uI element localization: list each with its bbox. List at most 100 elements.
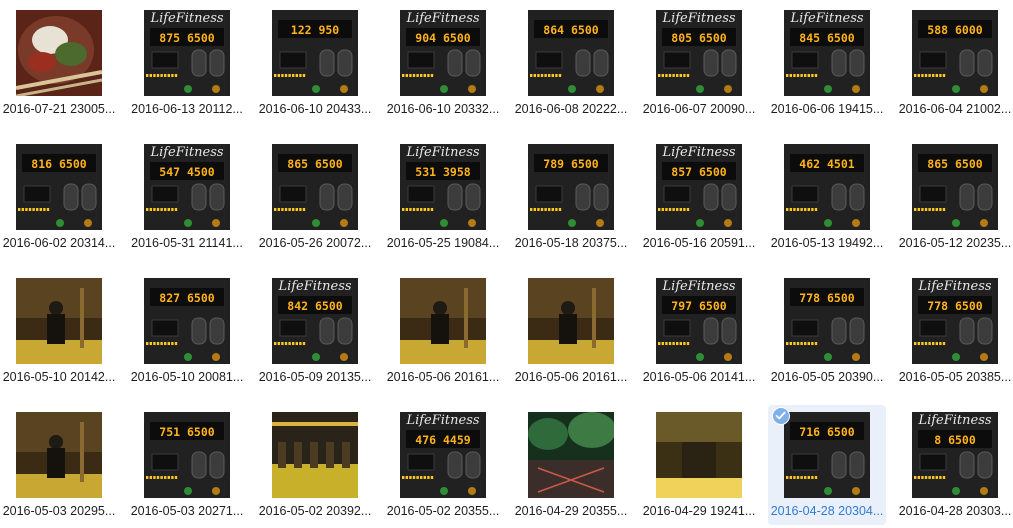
- svg-text:816 6500: 816 6500: [31, 157, 86, 171]
- photo-filename: 2016-05-02 20392...: [258, 504, 372, 518]
- photo-item[interactable]: 2016-04-29 19241...: [640, 405, 758, 525]
- photo-filename: 2016-06-10 20433...: [258, 102, 372, 116]
- photo-item[interactable]: LifeFitness 842 6500 2016-05-09 20135...: [256, 271, 374, 391]
- photo-thumbnail-image: [16, 412, 102, 498]
- photo-item[interactable]: 2016-04-29 20355...: [512, 405, 630, 525]
- photo-item[interactable]: 865 6500 2016-05-26 20072...: [256, 137, 374, 257]
- photo-item[interactable]: 789 6500 2016-05-18 20375...: [512, 137, 630, 257]
- svg-text:LifeFitness: LifeFitness: [789, 11, 863, 26]
- photo-thumbnail[interactable]: LifeFitness 805 6500: [656, 10, 742, 96]
- photo-item[interactable]: 462 4501 2016-05-13 19492...: [768, 137, 886, 257]
- photo-thumbnail-image: 789 6500: [528, 144, 614, 230]
- photo-thumbnail-image: 865 6500: [272, 144, 358, 230]
- photo-thumbnail-image: 751 6500: [144, 412, 230, 498]
- svg-text:LifeFitness: LifeFitness: [661, 279, 735, 294]
- photo-item[interactable]: 2016-05-06 20161...: [384, 271, 502, 391]
- photo-item[interactable]: 865 6500 2016-05-12 20235...: [896, 137, 1013, 257]
- photo-thumbnail[interactable]: 778 6500: [784, 278, 870, 364]
- photo-thumbnail[interactable]: LifeFitness 857 6500: [656, 144, 742, 230]
- photo-thumbnail[interactable]: 864 6500: [528, 10, 614, 96]
- photo-thumbnail[interactable]: [528, 412, 614, 498]
- photo-filename: 2016-05-03 20271...: [130, 504, 244, 518]
- photo-thumbnail-image: LifeFitness 857 6500: [656, 144, 742, 230]
- photo-item-selected[interactable]: 716 6500 2016-04-28 20304...: [768, 405, 886, 525]
- photo-item[interactable]: 588 6000 2016-06-04 21002...: [896, 3, 1013, 123]
- photo-item[interactable]: LifeFitness 845 6500 2016-06-06 19415...: [768, 3, 886, 123]
- photo-thumbnail[interactable]: LifeFitness 547 4500: [144, 144, 230, 230]
- photo-item[interactable]: LifeFitness 904 6500 2016-06-10 20332...: [384, 3, 502, 123]
- photo-thumbnail[interactable]: LifeFitness 797 6500: [656, 278, 742, 364]
- svg-text:751 6500: 751 6500: [159, 425, 214, 439]
- photo-thumbnail[interactable]: LifeFitness 842 6500: [272, 278, 358, 364]
- photo-item[interactable]: 2016-05-06 20161...: [512, 271, 630, 391]
- photo-thumbnail-image: LifeFitness 8 6500: [912, 412, 998, 498]
- photo-item[interactable]: LifeFitness 476 4459 2016-05-02 20355...: [384, 405, 502, 525]
- photo-thumbnail-image: 122 950: [272, 10, 358, 96]
- photo-item[interactable]: 778 6500 2016-05-05 20390...: [768, 271, 886, 391]
- svg-text:531 3958: 531 3958: [415, 165, 470, 179]
- svg-text:LifeFitness: LifeFitness: [149, 145, 223, 160]
- svg-text:LifeFitness: LifeFitness: [661, 11, 735, 26]
- photo-thumbnail[interactable]: [656, 412, 742, 498]
- photo-thumbnail[interactable]: 716 6500: [784, 412, 870, 498]
- photo-thumbnail[interactable]: LifeFitness 531 3958: [400, 144, 486, 230]
- photo-thumbnail[interactable]: 751 6500: [144, 412, 230, 498]
- svg-text:476 4459: 476 4459: [415, 433, 470, 447]
- selected-check-icon[interactable]: [772, 407, 790, 425]
- photo-thumbnail[interactable]: LifeFitness 476 4459: [400, 412, 486, 498]
- photo-item[interactable]: LifeFitness 531 3958 2016-05-25 19084...: [384, 137, 502, 257]
- photo-item[interactable]: 864 6500 2016-06-08 20222...: [512, 3, 630, 123]
- photo-item[interactable]: LifeFitness 875 6500 2016-06-13 20112...: [128, 3, 246, 123]
- svg-text:842 6500: 842 6500: [287, 299, 342, 313]
- photo-thumbnail[interactable]: 865 6500: [912, 144, 998, 230]
- photo-item[interactable]: 816 6500 2016-06-02 20314...: [0, 137, 118, 257]
- photo-item[interactable]: 122 950 2016-06-10 20433...: [256, 3, 374, 123]
- photo-thumbnail-image: LifeFitness 797 6500: [656, 278, 742, 364]
- photo-thumbnail[interactable]: [16, 278, 102, 364]
- photo-thumbnail[interactable]: 816 6500: [16, 144, 102, 230]
- photo-filename: 2016-05-10 20081...: [130, 370, 244, 384]
- photo-filename: 2016-05-05 20385...: [898, 370, 1012, 384]
- photo-item[interactable]: 2016-07-21 23005...: [0, 3, 118, 123]
- photo-thumbnail[interactable]: LifeFitness 778 6500: [912, 278, 998, 364]
- photo-thumbnail-image: [400, 278, 486, 364]
- photo-thumbnail[interactable]: 865 6500: [272, 144, 358, 230]
- photo-thumbnail[interactable]: 827 6500: [144, 278, 230, 364]
- photo-thumbnail[interactable]: [272, 412, 358, 498]
- svg-text:8 6500: 8 6500: [934, 433, 976, 447]
- photo-thumbnail[interactable]: LifeFitness 875 6500: [144, 10, 230, 96]
- photo-item[interactable]: 827 6500 2016-05-10 20081...: [128, 271, 246, 391]
- photo-thumbnail[interactable]: [16, 10, 102, 96]
- photo-thumbnail[interactable]: LifeFitness 904 6500: [400, 10, 486, 96]
- photo-thumbnail[interactable]: 122 950: [272, 10, 358, 96]
- photo-filename: 2016-05-03 20295...: [2, 504, 116, 518]
- svg-text:LifeFitness: LifeFitness: [917, 413, 991, 428]
- photo-thumbnail-image: [656, 412, 742, 498]
- photo-thumbnail[interactable]: LifeFitness 845 6500: [784, 10, 870, 96]
- svg-text:857 6500: 857 6500: [671, 165, 726, 179]
- photo-item[interactable]: LifeFitness 778 6500 2016-05-05 20385...: [896, 271, 1013, 391]
- photo-thumbnail[interactable]: [16, 412, 102, 498]
- photo-thumbnail[interactable]: 789 6500: [528, 144, 614, 230]
- photo-item[interactable]: LifeFitness 8 6500 2016-04-28 20303...: [896, 405, 1013, 525]
- photo-filename: 2016-06-04 21002...: [898, 102, 1012, 116]
- photo-thumbnail[interactable]: 462 4501: [784, 144, 870, 230]
- photo-filename: 2016-04-29 20355...: [514, 504, 628, 518]
- photo-item[interactable]: LifeFitness 797 6500 2016-05-06 20141...: [640, 271, 758, 391]
- photo-filename: 2016-05-13 19492...: [770, 236, 884, 250]
- photo-item[interactable]: 2016-05-03 20295...: [0, 405, 118, 525]
- photo-item[interactable]: LifeFitness 805 6500 2016-06-07 20090...: [640, 3, 758, 123]
- photo-item[interactable]: LifeFitness 547 4500 2016-05-31 21141...: [128, 137, 246, 257]
- photo-filename: 2016-05-26 20072...: [258, 236, 372, 250]
- photo-thumbnail[interactable]: LifeFitness 8 6500: [912, 412, 998, 498]
- photo-filename: 2016-04-28 20303...: [898, 504, 1012, 518]
- photo-thumbnail-image: LifeFitness 805 6500: [656, 10, 742, 96]
- photo-item[interactable]: LifeFitness 857 6500 2016-05-16 20591...: [640, 137, 758, 257]
- photo-thumbnail[interactable]: [528, 278, 614, 364]
- svg-text:845 6500: 845 6500: [799, 31, 854, 45]
- photo-item[interactable]: 2016-05-02 20392...: [256, 405, 374, 525]
- photo-thumbnail[interactable]: 588 6000: [912, 10, 998, 96]
- photo-thumbnail[interactable]: [400, 278, 486, 364]
- photo-item[interactable]: 2016-05-10 20142...: [0, 271, 118, 391]
- photo-item[interactable]: 751 6500 2016-05-03 20271...: [128, 405, 246, 525]
